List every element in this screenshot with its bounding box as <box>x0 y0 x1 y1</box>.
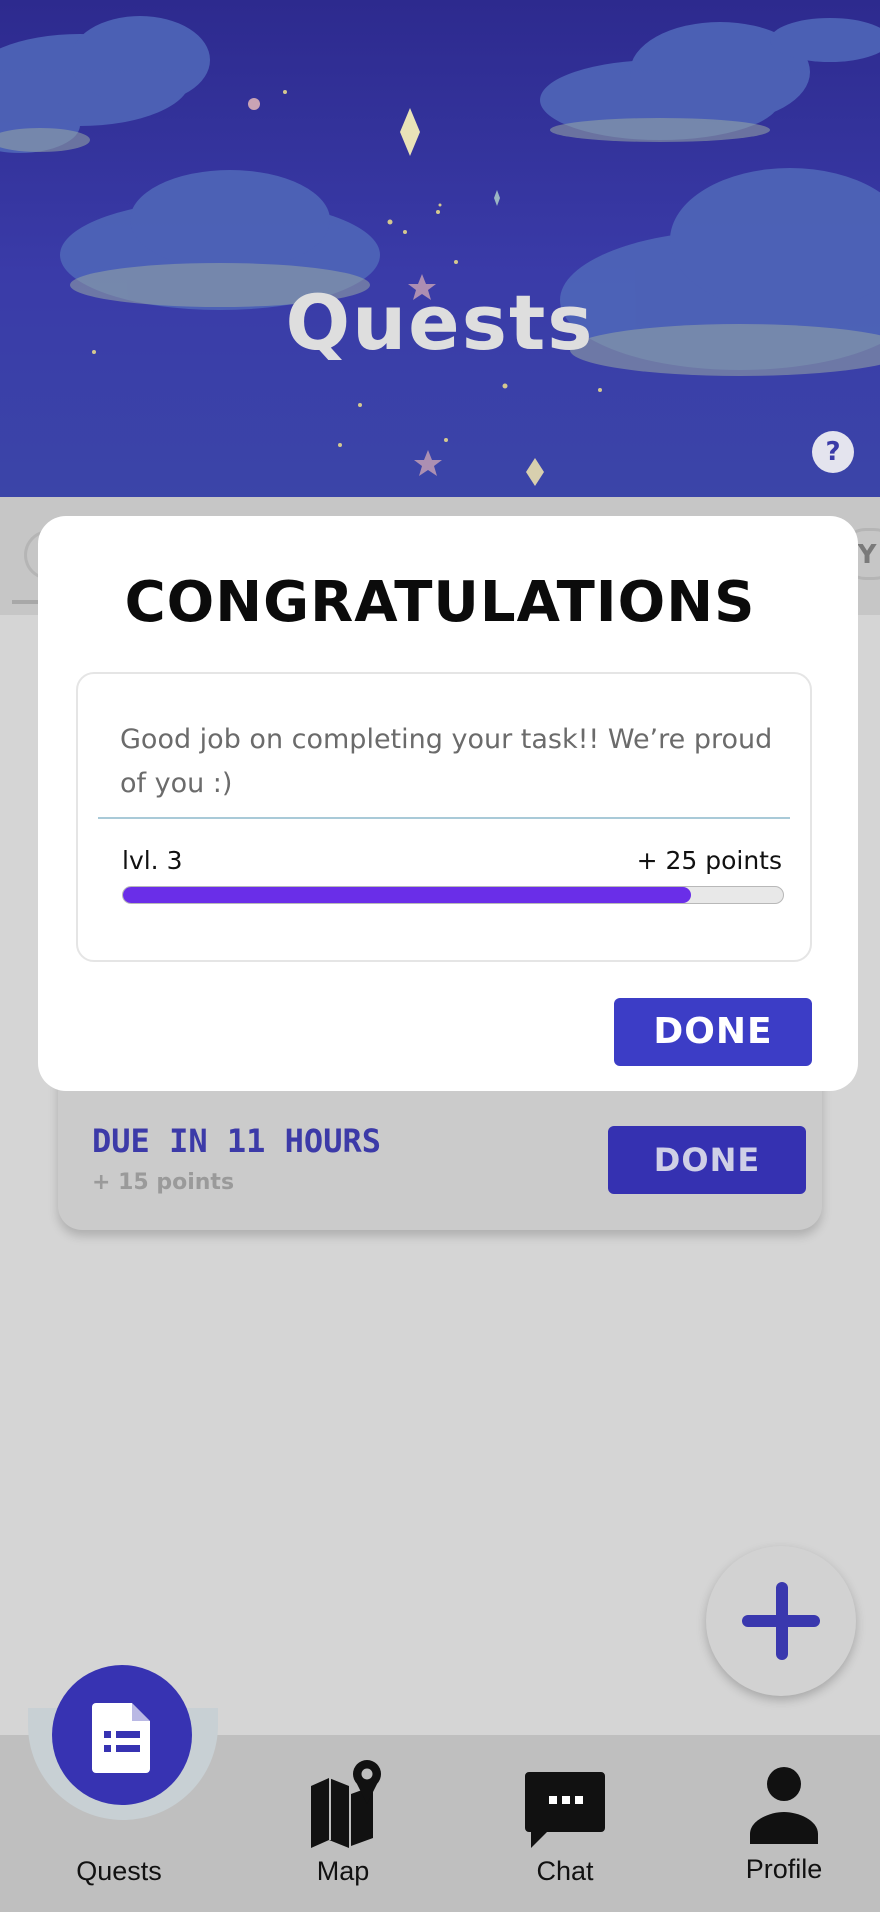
person-icon <box>750 1767 818 1844</box>
points-earned-label: + 25 points <box>636 846 782 875</box>
dialog-done-button[interactable]: DONE <box>614 998 812 1066</box>
night-sky-illustration <box>0 16 880 486</box>
chat-bubble-icon <box>525 1772 605 1848</box>
document-list-icon <box>92 1703 150 1773</box>
nav-item-map[interactable] <box>263 1760 423 1854</box>
add-quest-button[interactable] <box>706 1546 856 1696</box>
nav-item-profile[interactable] <box>704 1760 864 1854</box>
nav-label-profile: Profile <box>745 1854 823 1884</box>
help-icon: ? <box>825 437 841 467</box>
nav-label-map: Map <box>316 1856 370 1886</box>
quest-done-button[interactable]: DONE <box>608 1126 806 1194</box>
level-progress-fill <box>123 887 691 903</box>
quest-points-text: + 15 points <box>92 1170 235 1195</box>
nav-label-quests: Quests <box>76 1856 162 1886</box>
map-pin-icon <box>311 1760 381 1848</box>
help-button[interactable]: ? <box>812 431 854 473</box>
nav-item-quests[interactable] <box>52 1665 192 1805</box>
level-progress-bar <box>122 886 784 904</box>
page-title: Quests <box>285 278 595 367</box>
quests-header: Quests ? <box>0 0 880 497</box>
nav-item-chat[interactable] <box>485 1760 645 1860</box>
dialog-divider <box>98 817 790 819</box>
dialog-title: CONGRATULATIONS <box>124 570 756 635</box>
nav-label-chat: Chat <box>536 1856 594 1886</box>
level-label: lvl. 3 <box>122 846 183 875</box>
quest-due-text: DUE IN 11 HOURS <box>92 1122 381 1160</box>
dialog-message: Good job on completing your task!! We’re… <box>120 724 773 799</box>
